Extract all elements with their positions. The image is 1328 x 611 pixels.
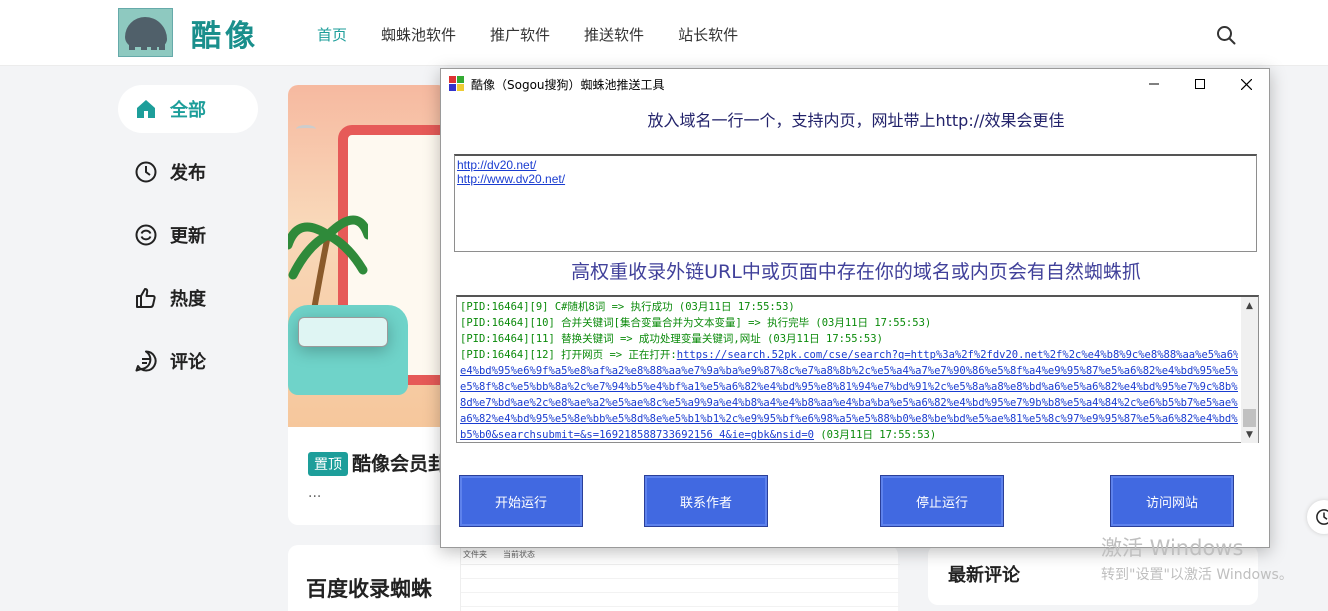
close-button[interactable]: [1223, 69, 1269, 99]
log-output[interactable]: [PID:16464][9] C#随机8词 => 执行成功 (03月11日 17…: [456, 295, 1259, 443]
sidebar: 全部 发布 更新 热度 评论: [118, 85, 258, 400]
log-url[interactable]: https://search.52pk.com/cse/search?q=htt…: [677, 349, 1238, 361]
tip-label: 高权重收录外链URL中或页面中存在你的域名或内页会有自然蜘蛛抓: [571, 261, 1141, 283]
site-header: 酷像 首页 蜘蛛池软件 推广软件 推送软件 站长软件: [0, 0, 1328, 66]
logo-text: 酷像: [191, 18, 259, 54]
log-line: [PID:16464][12] 打开网页 => 正在打开:https://sea…: [460, 347, 1238, 363]
main-nav: 首页 蜘蛛池软件 推广软件 推送软件 站长软件: [317, 24, 738, 45]
contact-author-button[interactable]: 联系作者: [644, 475, 768, 527]
window-title: 酷像（Sogou搜狗）蜘蛛池推送工具: [471, 77, 665, 92]
elephant-logo-icon: [118, 8, 173, 57]
log-url[interactable]: e4%bd%95%e6%9f%a5%e8%af%a2%e8%88%aa%e7%9…: [460, 363, 1238, 379]
site-logo[interactable]: 酷像: [118, 8, 259, 57]
maximize-icon: [1195, 79, 1205, 89]
post-title[interactable]: 酷像会员卦: [352, 449, 447, 476]
close-icon: [1240, 78, 1252, 90]
nav-promotion[interactable]: 推广软件: [490, 24, 550, 45]
post-title[interactable]: 百度收录蜘蛛: [306, 573, 432, 603]
widget-title: 最新评论: [948, 565, 1020, 586]
search-icon[interactable]: [1216, 25, 1236, 45]
start-button[interactable]: 开始运行: [459, 475, 583, 527]
pinned-badge: 置顶: [308, 452, 348, 476]
sidebar-item-update[interactable]: 更新: [118, 211, 258, 259]
thumbs-up-icon: [136, 288, 156, 308]
instruction-label: 放入域名一行一个，支持内页，网址带上http://效果会更佳: [647, 111, 1065, 130]
log-url[interactable]: a6%82%e4%bd%95%e5%8e%bb%e5%8d%8e%e5%b1%b…: [460, 411, 1238, 427]
log-text: [PID:16464][9] C#随机8词 => 执行成功 (03月11日 17…: [460, 299, 1238, 441]
log-line: b5%b0&searchsubmit=&s=169218588733692156…: [460, 429, 937, 441]
sidebar-item-label: 评论: [170, 352, 206, 373]
minimize-button[interactable]: [1131, 69, 1177, 99]
floating-clock-button[interactable]: [1307, 500, 1328, 534]
scrollbar-thumb[interactable]: [1243, 409, 1256, 427]
log-scrollbar[interactable]: ▲ ▼: [1241, 297, 1258, 443]
table-header: 当前状态: [503, 550, 535, 559]
nav-home[interactable]: 首页: [317, 24, 347, 45]
log-line: [PID:16464][9] C#随机8词 => 执行成功 (03月11日 17…: [460, 301, 795, 313]
log-url[interactable]: 8d%e7%bd%ae%2c%e8%ae%a2%e5%ae%8c%e5%a9%9…: [460, 395, 1238, 411]
post-thumbnail: [288, 85, 448, 427]
sidebar-item-label: 全部: [170, 100, 206, 121]
windows-activation-watermark: 激活 Windows 转到"设置"以激活 Windows。: [1101, 532, 1293, 584]
app-icon: [449, 76, 465, 92]
activation-hint: 转到"设置"以激活 Windows。: [1101, 567, 1293, 583]
nav-webmaster[interactable]: 站长软件: [678, 24, 738, 45]
push-tool-window: 酷像（Sogou搜狗）蜘蛛池推送工具 放入域名一行一个，支持内页，网址带上htt…: [440, 68, 1270, 548]
featured-post-card[interactable]: 置顶 酷像会员卦 ...: [288, 85, 448, 525]
url-link[interactable]: http://www.dv20.net/: [457, 172, 1254, 186]
activation-title: 激活 Windows: [1101, 536, 1244, 560]
sidebar-item-comments[interactable]: 评论: [118, 337, 258, 385]
home-icon: [137, 100, 155, 118]
scroll-up-icon[interactable]: ▲: [1241, 297, 1258, 314]
sidebar-item-label: 更新: [170, 226, 206, 247]
nav-push[interactable]: 推送软件: [584, 24, 644, 45]
minimize-icon: [1149, 83, 1159, 85]
log-line: [PID:16464][11] 替换关键词 => 成功处理变量关键词,网址 (0…: [460, 333, 883, 345]
visit-site-button[interactable]: 访问网站: [1110, 475, 1234, 527]
maximize-button[interactable]: [1177, 69, 1223, 99]
window-titlebar[interactable]: 酷像（Sogou搜狗）蜘蛛池推送工具: [441, 69, 1269, 99]
domain-input[interactable]: http://dv20.net/ http://www.dv20.net/: [454, 154, 1257, 252]
refresh-icon: [135, 224, 157, 246]
sidebar-item-all[interactable]: 全部: [118, 85, 258, 133]
sidebar-item-label: 热度: [170, 289, 206, 310]
post-card[interactable]: 百度收录蜘蛛 文件夹 当前状态: [288, 545, 900, 611]
scroll-down-icon[interactable]: ▼: [1241, 426, 1258, 443]
nav-spider-pool[interactable]: 蜘蛛池软件: [381, 24, 456, 45]
log-url[interactable]: e5%8f%8c%e5%bb%8a%2c%e7%94%b5%e4%bf%a1%e…: [460, 379, 1238, 395]
thumbnail-table: 文件夹 当前状态: [460, 545, 900, 611]
table-header: 文件夹: [463, 550, 487, 559]
url-link[interactable]: http://dv20.net/: [457, 158, 1254, 172]
clock-icon: [135, 161, 157, 183]
comment-icon: [135, 350, 157, 372]
stop-button[interactable]: 停止运行: [880, 475, 1004, 527]
post-excerpt: ...: [308, 485, 322, 501]
sidebar-item-publish[interactable]: 发布: [118, 148, 258, 196]
sidebar-item-hot[interactable]: 热度: [118, 274, 258, 322]
sidebar-item-label: 发布: [170, 163, 206, 184]
log-line: [PID:16464][10] 合并关键词[集合变量合并为文本变量] => 执行…: [460, 317, 932, 329]
clock-icon: [1316, 509, 1328, 525]
